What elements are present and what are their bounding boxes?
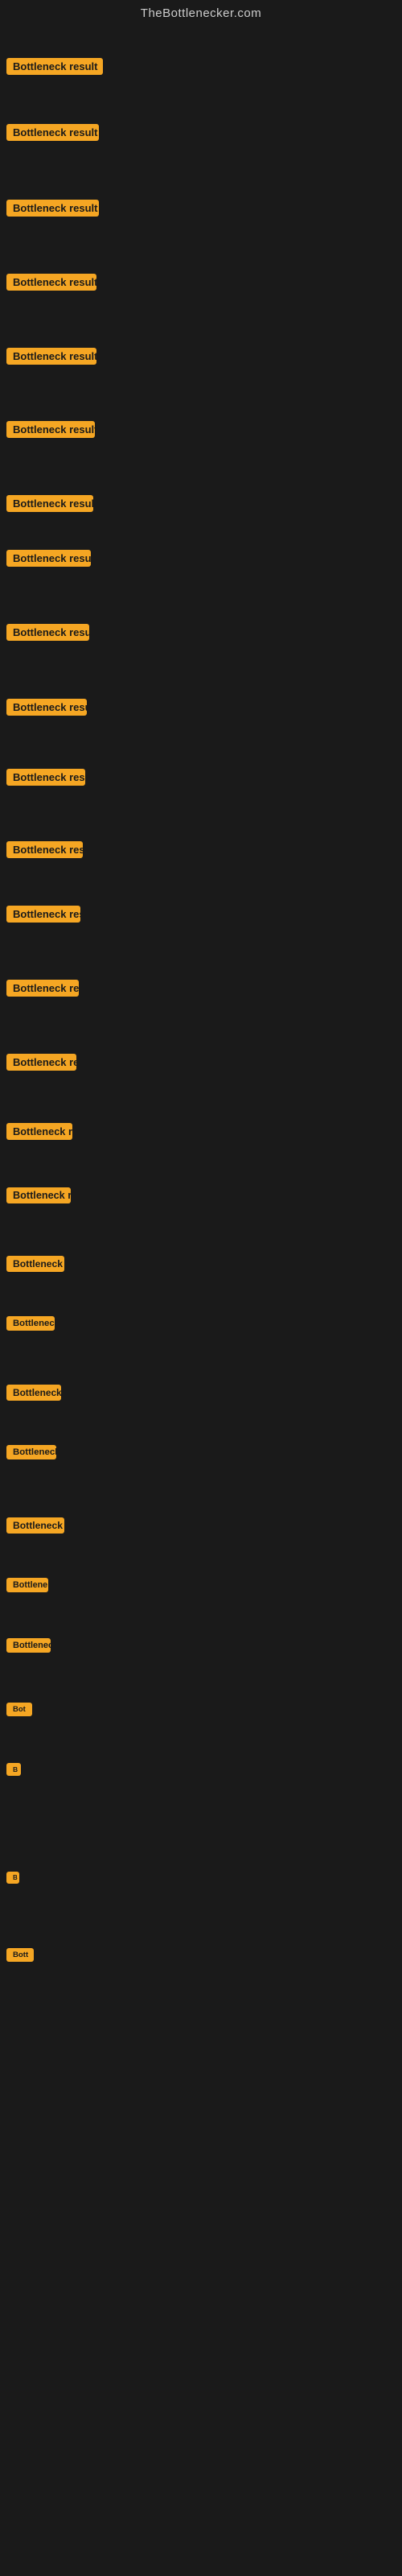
bottleneck-badge-21: Bottleneck [6,1445,56,1459]
bottleneck-badge-10: Bottleneck result [6,699,87,716]
site-title: TheBottlenecker.com [0,0,402,23]
bottleneck-badge-23: Bottlene [6,1578,48,1592]
bottleneck-item-16: Bottleneck re [0,1118,79,1149]
bottleneck-item-6: Bottleneck result [0,416,101,447]
bottleneck-item-17: Bottleneck result [0,1183,77,1212]
bottleneck-item-1: Bottleneck result [0,53,109,84]
bottleneck-item-11: Bottleneck result [0,764,92,795]
bottleneck-item-28: Bott [0,1943,40,1971]
bottleneck-badge-9: Bottleneck result [6,624,89,641]
bottleneck-item-25: Bot [0,1698,39,1725]
bottleneck-item-23: Bottlene [0,1573,55,1601]
bottleneck-badge-17: Bottleneck result [6,1187,71,1203]
bottleneck-item-4: Bottleneck result [0,269,103,299]
bottleneck-badge-22: Bottleneck res [6,1517,64,1534]
bottleneck-item-9: Bottleneck result [0,619,96,650]
bottleneck-badge-3: Bottleneck result [6,200,99,217]
bottleneck-badge-8: Bottleneck result [6,550,91,567]
bottleneck-badge-19: Bottlenec [6,1316,55,1331]
bottleneck-item-20: Bottleneck n [0,1380,68,1410]
bottleneck-item-21: Bottleneck [0,1440,63,1468]
bottleneck-badge-15: Bottleneck result [6,1054,76,1071]
bottleneck-item-3: Bottleneck result [0,195,105,225]
bottleneck-badge-5: Bottleneck result [6,348,96,365]
bottleneck-item-5: Bottleneck result [0,343,103,374]
bottleneck-badge-1: Bottleneck result [6,58,103,75]
bottleneck-item-8: Bottleneck result [0,545,97,576]
bottleneck-badge-4: Bottleneck result [6,274,96,291]
bottleneck-badge-12: Bottleneck result [6,841,83,858]
bottleneck-item-15: Bottleneck result [0,1049,83,1080]
bottleneck-item-12: Bottleneck result [0,836,89,867]
bottleneck-badge-24: Bottleneck [6,1638,51,1653]
bottleneck-badge-18: Bottleneck r [6,1256,64,1272]
bottleneck-badge-20: Bottleneck n [6,1385,61,1401]
bottleneck-badge-16: Bottleneck re [6,1123,72,1140]
bottleneck-item-2: Bottleneck result [0,119,105,150]
bottleneck-item-27: B [0,1867,26,1893]
bottleneck-badge-7: Bottleneck result [6,495,93,512]
bottleneck-badge-2: Bottleneck result [6,124,99,141]
bottleneck-item-19: Bottlenec [0,1311,61,1340]
bottleneck-badge-26: B [6,1763,21,1776]
bottleneck-badge-11: Bottleneck result [6,769,85,786]
bottleneck-item-14: Bottleneck result [0,975,85,1005]
bottleneck-badge-6: Bottleneck result [6,421,95,438]
bottleneck-item-18: Bottleneck r [0,1251,71,1281]
bottleneck-badge-13: Bottleneck result [6,906,80,923]
bottleneck-item-24: Bottleneck [0,1633,57,1662]
bottleneck-badge-14: Bottleneck result [6,980,79,997]
bottleneck-item-26: B [0,1758,27,1785]
bottleneck-badge-25: Bot [6,1703,32,1716]
bottleneck-item-7: Bottleneck result [0,490,100,521]
bottleneck-item-13: Bottleneck result [0,901,87,931]
bottleneck-badge-27: B [6,1872,19,1884]
bottleneck-badge-28: Bott [6,1948,34,1962]
bottleneck-item-22: Bottleneck res [0,1513,71,1542]
bottleneck-item-10: Bottleneck result [0,694,93,724]
